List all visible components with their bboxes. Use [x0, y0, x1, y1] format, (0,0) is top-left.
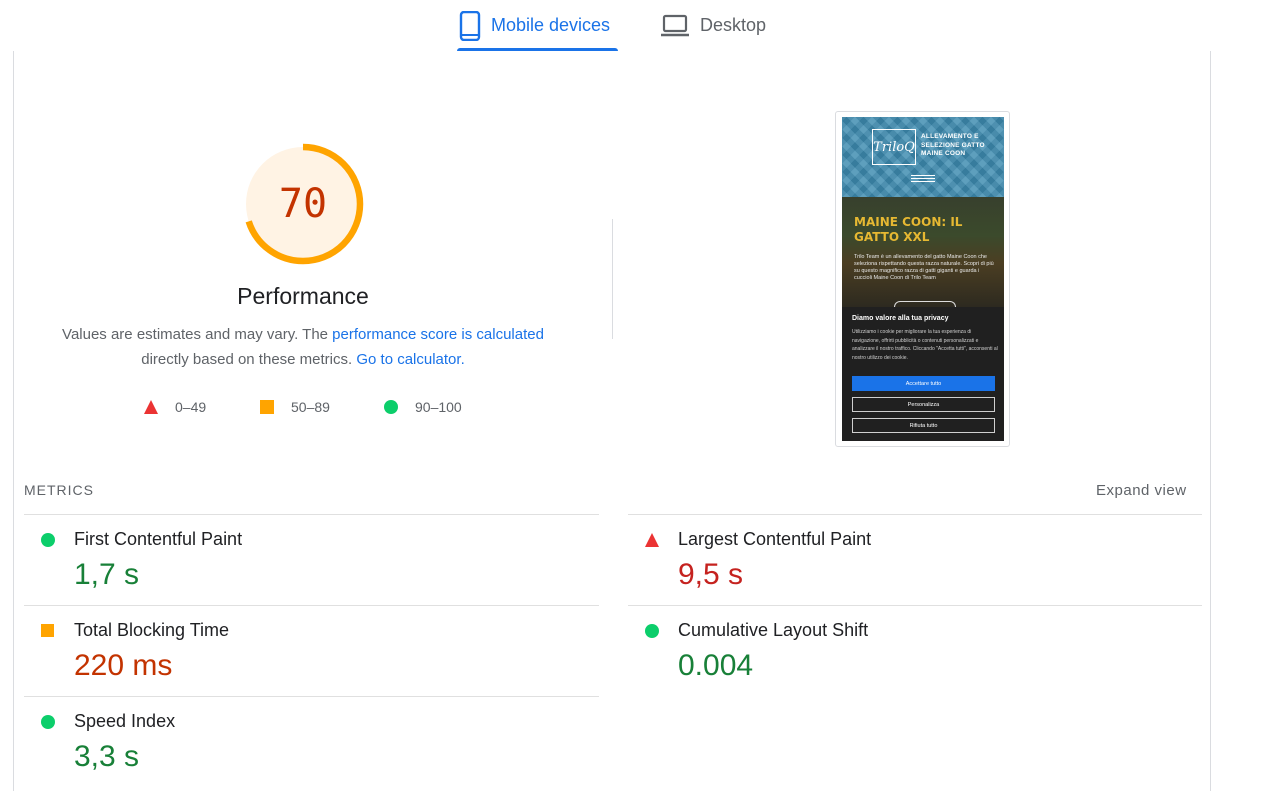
calculator-link[interactable]: Go to calculator.: [356, 351, 464, 368]
divider: [24, 605, 599, 606]
cookie-title: Diamo valore alla tua privacy: [852, 315, 949, 322]
score-title: Performance: [237, 283, 369, 309]
square-average-icon: [40, 623, 56, 639]
site-hero: MAINE COON: IL GATTO XXL Trilo Team è un…: [842, 197, 1004, 310]
tab-mobile-devices[interactable]: Mobile devices: [457, 0, 618, 51]
metric-name-tbt: Total Blocking Time: [74, 620, 230, 640]
legend-label: 50–89: [291, 399, 330, 415]
page-screenshot-preview: TriloQ ALLEVAMENTO E SELEZIONE GATTO MAI…: [835, 111, 1010, 447]
legend-pass: 90–100: [383, 397, 462, 417]
metric-name-cls: Cumulative Layout Shift: [678, 620, 869, 640]
report-card: [13, 51, 1211, 791]
metrics-section-label: METRICS: [24, 482, 94, 498]
circle-pass-icon: [40, 532, 56, 548]
screenshot-frame: TriloQ ALLEVAMENTO E SELEZIONE GATTO MAI…: [842, 117, 1004, 441]
circle-pass-icon: [644, 623, 660, 639]
hamburger-menu-icon: [911, 175, 935, 184]
metric-value-lcp: 9,5 s: [678, 558, 744, 591]
square-average-icon: [259, 399, 275, 415]
cookie-accept-button: Accettare tutto: [852, 376, 995, 391]
legend-average: 50–89: [259, 397, 330, 417]
legend-label: 0–49: [175, 399, 207, 415]
divider: [24, 514, 599, 515]
cookie-reject-button: Rifiuta tutto: [852, 418, 995, 433]
metric-value-cls: 0.004: [678, 649, 754, 682]
desc-text: Values are estimates and may vary. The: [62, 326, 333, 343]
metric-name-fcp: First Contentful Paint: [74, 529, 243, 549]
triangle-fail-icon: [644, 532, 660, 548]
metric-name-lcp: Largest Contentful Paint: [678, 529, 872, 549]
metric-value-tbt: 220 ms: [74, 649, 173, 682]
cookie-banner: Diamo valore alla tua privacy Utilizziam…: [842, 307, 1004, 441]
triangle-fail-icon: [143, 399, 159, 415]
metric-value-si: 3,3 s: [74, 740, 140, 773]
tab-label: Desktop: [700, 15, 767, 35]
circle-pass-icon: [40, 714, 56, 730]
legend-fail: 0–49: [143, 397, 206, 417]
expand-view-button[interactable]: Expand view: [1096, 482, 1187, 499]
desc-text: directly based on these metrics.: [141, 351, 357, 368]
site-logo: TriloQ: [872, 129, 916, 165]
score-description: Values are estimates and may vary. The p…: [40, 322, 566, 372]
cookie-text: Utilizziamo i cookie per migliorare la t…: [852, 329, 998, 361]
circle-pass-icon: [383, 399, 399, 415]
divider: [628, 605, 1202, 606]
score-calculation-link[interactable]: performance score is calculated: [332, 326, 544, 343]
divider: [24, 696, 599, 697]
site-brand: ALLEVAMENTO E SELEZIONE GATTO MAINE COON: [921, 133, 985, 157]
tab-desktop[interactable]: Desktop: [660, 0, 780, 51]
section-divider: [612, 219, 613, 339]
hero-title: MAINE COON: IL GATTO XXL: [854, 215, 963, 244]
tab-label: Mobile devices: [491, 15, 611, 35]
hero-text: Trilo Team è un allevamento del gatto Ma…: [854, 254, 994, 281]
cookie-customize-button: Personalizza: [852, 397, 995, 412]
site-header: TriloQ ALLEVAMENTO E SELEZIONE GATTO MAI…: [842, 117, 1004, 197]
metric-name-si: Speed Index: [74, 711, 176, 731]
score-value: 70: [278, 181, 328, 227]
divider: [628, 514, 1202, 515]
smartphone-icon: [459, 10, 481, 41]
laptop-icon: [660, 14, 690, 38]
legend-label: 90–100: [415, 399, 462, 415]
metric-value-fcp: 1,7 s: [74, 558, 140, 591]
